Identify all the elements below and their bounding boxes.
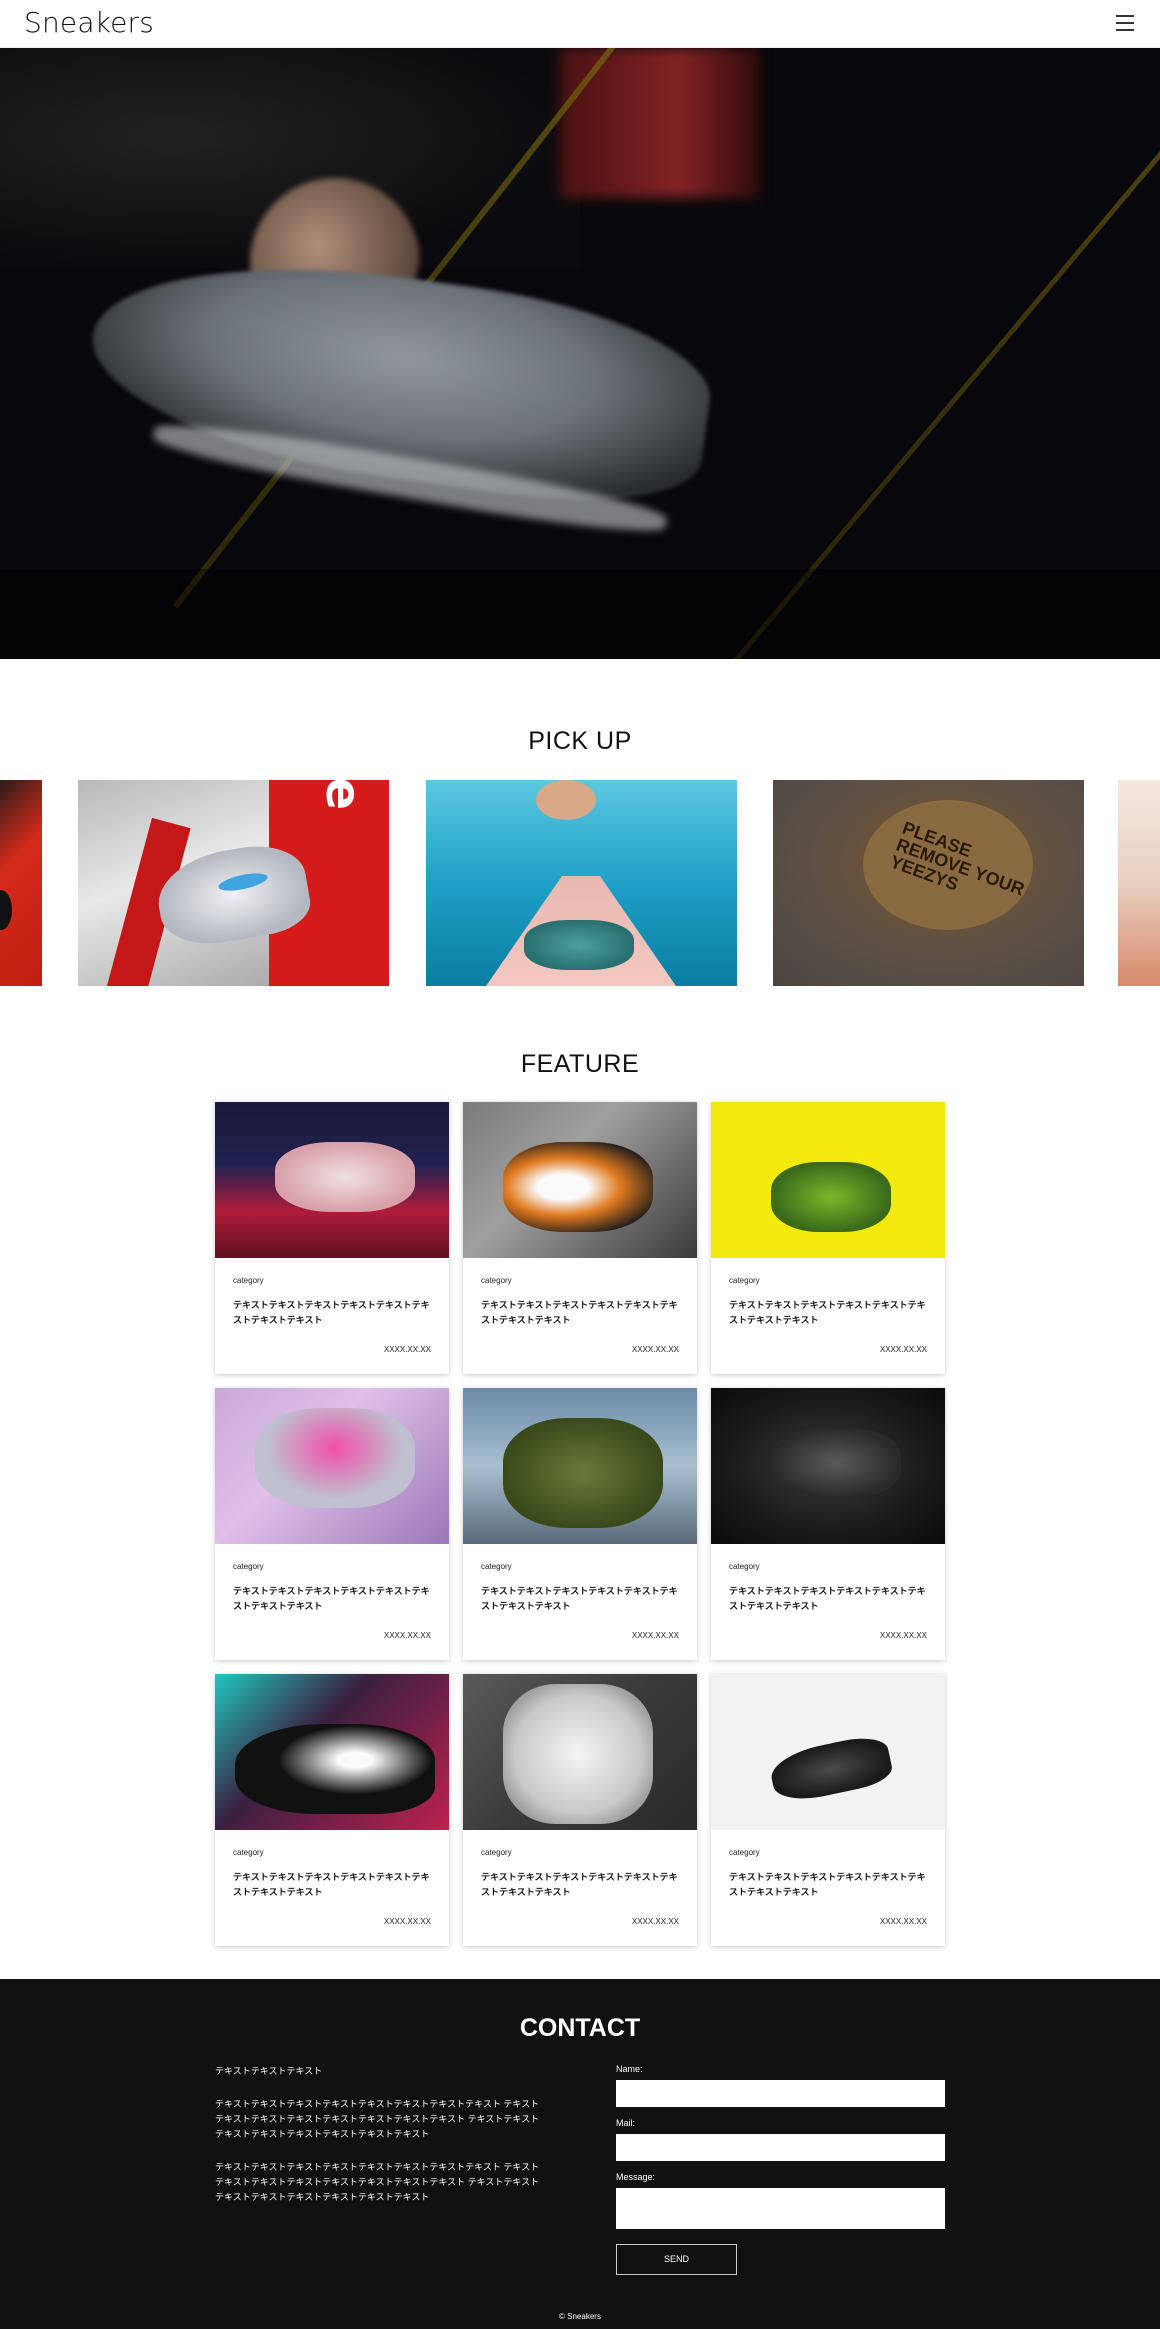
card-date: XXXX.XX.XX: [383, 1631, 431, 1640]
card-image: [711, 1102, 945, 1258]
pickup-slide-supreme[interactable]: upre: [78, 780, 389, 986]
name-label: Name:: [616, 2064, 643, 2074]
message-textarea[interactable]: [616, 2188, 945, 2229]
card-date: XXXX.XX.XX: [631, 1631, 679, 1640]
card-text: テキストテキストテキストテキストテキストテキストテキストテキスト: [481, 1586, 678, 1611]
message-label: Message:: [616, 2172, 656, 2182]
card-date: XXXX.XX.XX: [383, 1917, 431, 1926]
card-image: [215, 1388, 449, 1544]
pickup-slide-yeezy[interactable]: PLEASE REMOVE YOUR YEEZYS: [773, 780, 1084, 986]
send-button[interactable]: SEND: [616, 2244, 737, 2275]
contact-section: CONTACT テキストテキストテキスト テキストテキストテキストテキストテキス…: [0, 1979, 1160, 2329]
card-category: category: [233, 1848, 264, 1857]
feature-card[interactable]: category テキストテキストテキストテキストテキストテキストテキストテキス…: [711, 1388, 945, 1660]
card-date: XXXX.XX.XX: [879, 1631, 927, 1640]
card-image: [463, 1102, 697, 1258]
card-text: テキストテキストテキストテキストテキストテキストテキストテキスト: [481, 1872, 678, 1897]
card-category: category: [233, 1276, 264, 1285]
card-date: XXXX.XX.XX: [879, 1917, 927, 1926]
card-category: category: [729, 1276, 760, 1285]
mail-input[interactable]: [616, 2134, 945, 2161]
card-category: category: [233, 1562, 264, 1571]
mail-label: Mail:: [616, 2118, 636, 2128]
contact-paragraph: テキストテキストテキストテキストテキストテキストテキストテキスト テキストテキス…: [215, 2162, 540, 2202]
contact-paragraph: テキストテキストテキストテキストテキストテキストテキストテキスト テキストテキス…: [215, 2099, 540, 2139]
site-logo[interactable]: Sneakers: [24, 6, 154, 39]
site-header: Sneakers: [0, 0, 1160, 48]
feature-card[interactable]: category テキストテキストテキストテキストテキストテキストテキストテキス…: [463, 1102, 697, 1374]
card-image: [463, 1674, 697, 1830]
card-category: category: [729, 1562, 760, 1571]
name-input[interactable]: [616, 2080, 945, 2107]
card-text: テキストテキストテキストテキストテキストテキストテキストテキスト: [729, 1586, 926, 1611]
card-text: テキストテキストテキストテキストテキストテキストテキストテキスト: [729, 1300, 926, 1325]
feature-card[interactable]: category テキストテキストテキストテキストテキストテキストテキストテキス…: [215, 1102, 449, 1374]
card-category: category: [481, 1276, 512, 1285]
card-text: テキストテキストテキストテキストテキストテキストテキストテキスト: [233, 1300, 430, 1325]
card-category: category: [481, 1562, 512, 1571]
feature-card[interactable]: category テキストテキストテキストテキストテキストテキストテキストテキス…: [711, 1674, 945, 1946]
card-image: [711, 1674, 945, 1830]
card-image: [463, 1388, 697, 1544]
feature-card[interactable]: category テキストテキストテキストテキストテキストテキストテキストテキス…: [215, 1388, 449, 1660]
contact-lead: テキストテキストテキスト: [215, 2066, 323, 2076]
card-text: テキストテキストテキストテキストテキストテキストテキストテキスト: [729, 1872, 926, 1897]
feature-card[interactable]: category テキストテキストテキストテキストテキストテキストテキストテキス…: [215, 1674, 449, 1946]
contact-title: CONTACT: [519, 2014, 641, 2042]
pickup-slide-partial-right[interactable]: [1118, 780, 1160, 986]
card-date: XXXX.XX.XX: [879, 1345, 927, 1354]
card-category: category: [729, 1848, 760, 1857]
card-image: [215, 1674, 449, 1830]
card-text: テキストテキストテキストテキストテキストテキストテキストテキスト: [233, 1586, 430, 1611]
card-text: テキストテキストテキストテキストテキストテキストテキストテキスト: [233, 1872, 430, 1897]
feature-card[interactable]: category テキストテキストテキストテキストテキストテキストテキストテキス…: [463, 1674, 697, 1946]
card-date: XXXX.XX.XX: [383, 1345, 431, 1354]
copyright: © Sneakers: [559, 2312, 601, 2321]
card-text: テキストテキストテキストテキストテキストテキストテキストテキスト: [481, 1300, 678, 1325]
hero-image: [0, 48, 1160, 659]
supreme-logo: upre: [315, 780, 371, 810]
hamburger-menu-icon[interactable]: [1116, 15, 1134, 31]
pickup-slide-bridge[interactable]: [426, 780, 737, 986]
feature-title: FEATURE: [520, 1050, 640, 1078]
card-category: category: [481, 1848, 512, 1857]
card-date: XXXX.XX.XX: [631, 1917, 679, 1926]
feature-card[interactable]: category テキストテキストテキストテキストテキストテキストテキストテキス…: [463, 1388, 697, 1660]
card-date: XXXX.XX.XX: [631, 1345, 679, 1354]
card-image: [215, 1102, 449, 1258]
card-image: [711, 1388, 945, 1544]
pickup-slide-partial-left[interactable]: [0, 780, 42, 986]
feature-card[interactable]: category テキストテキストテキストテキストテキストテキストテキストテキス…: [711, 1102, 945, 1374]
pickup-title: PICK UP: [528, 727, 632, 755]
